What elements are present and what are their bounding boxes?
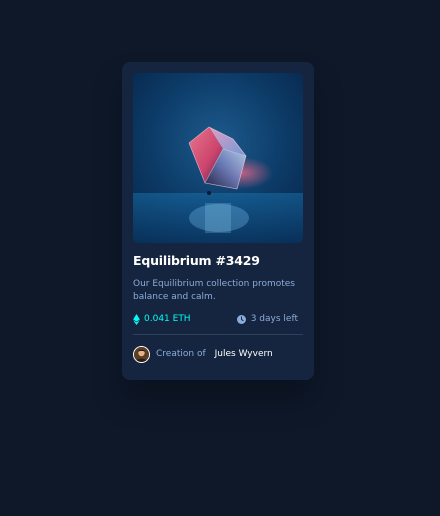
nft-meta: 0.041 ETH 3 days left <box>133 312 298 326</box>
nft-preview-card: Equilibrium #3429 Our Equilibrium collec… <box>122 62 314 380</box>
creator-avatar <box>133 345 150 363</box>
nft-image[interactable] <box>133 73 303 243</box>
clock-icon <box>236 314 246 324</box>
creator-name-link[interactable]: Jules Wyvern <box>215 349 273 359</box>
creator-info: Creation of Jules Wyvern <box>133 344 273 364</box>
nft-description: Our Equilibrium collection promotes bala… <box>133 279 295 302</box>
creator-prefix: Creation of <box>156 349 206 359</box>
nft-title[interactable]: Equilibrium #3429 <box>133 253 260 268</box>
price-value: 0.041 ETH <box>144 314 191 324</box>
avatar-image <box>134 346 149 362</box>
time-left: 3 days left <box>250 314 298 324</box>
time-info: 3 days left <box>236 314 298 324</box>
equilibrium-cube-image <box>133 73 303 243</box>
ethereum-icon <box>133 313 140 325</box>
price-info: 0.041 ETH <box>133 313 191 325</box>
divider <box>133 334 303 335</box>
